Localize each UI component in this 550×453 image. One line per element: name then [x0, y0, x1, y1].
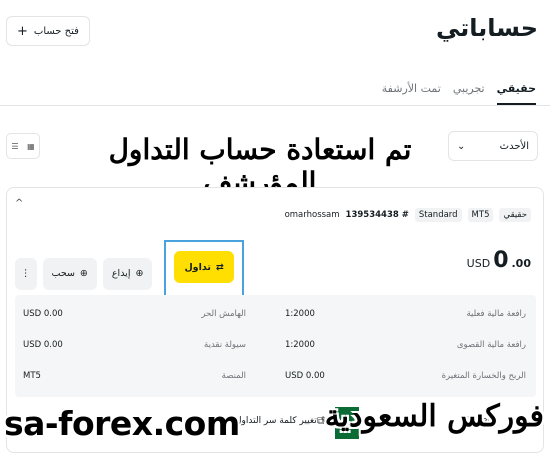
platform-badge: MT5	[467, 208, 494, 222]
balance-fraction: .00	[511, 257, 532, 270]
detail-value: 1:2000	[285, 340, 315, 350]
page-title: حساباتي	[435, 14, 538, 42]
detail-label: رافعة مالية فعلية	[466, 309, 526, 319]
trade-label: تداول	[184, 261, 211, 273]
account-details-panel: رافعة مالية فعلية 1:2000 الهامش الحر USD…	[15, 295, 536, 397]
detail-value: USD 0.00	[23, 309, 63, 319]
plus-icon: +	[17, 23, 28, 39]
balance-integer: 0	[493, 248, 509, 273]
details-row: رافعة مالية القصوى 1:2000 سيولة نقدية US…	[15, 332, 536, 358]
change-password-label: تغيير كلمة سر التداول	[235, 416, 317, 426]
withdraw-icon: ⊕	[79, 268, 88, 279]
deposit-button[interactable]: ⊕ إيداع	[102, 257, 153, 290]
view-toggle[interactable]: ☰ ▦	[6, 133, 40, 159]
account-tabs: حقيقي تجريبي تمت الأرشفة	[382, 82, 536, 105]
open-account-label: فتح حساب	[33, 25, 79, 37]
balance-currency: USD	[466, 257, 491, 270]
top-bar: حساباتي فتح حساب +	[0, 0, 550, 70]
list-view-icon[interactable]: ☰	[11, 142, 18, 151]
trade-button[interactable]: ⇄ تداول	[174, 251, 234, 283]
tabs-divider	[0, 105, 550, 106]
tab-archived[interactable]: تمت الأرشفة	[382, 82, 441, 105]
detail-label: المنصة	[221, 371, 246, 381]
chevron-up-icon[interactable]: ^	[15, 198, 23, 209]
open-account-button[interactable]: فتح حساب +	[6, 16, 90, 46]
account-number: # 139534438	[345, 210, 409, 220]
more-vertical-icon: ⋮	[21, 268, 31, 279]
detail-label: الهامش الحر	[201, 309, 246, 319]
detail-value: USD 0.00	[23, 340, 63, 350]
tier-badge: Standard	[414, 208, 462, 222]
tab-real[interactable]: حقيقي	[496, 82, 536, 105]
grid-view-icon[interactable]: ▦	[27, 142, 35, 151]
trade-icon: ⇄	[215, 261, 224, 273]
chevron-down-icon: ⌄	[457, 140, 466, 152]
site-watermark: sa-forex.com	[4, 404, 240, 443]
sort-select[interactable]: الأحدث ⌄	[448, 131, 538, 161]
detail-label: رافعة مالية القصوى	[456, 340, 526, 350]
detail-value: 1:2000	[285, 309, 315, 319]
account-type-badge: حقيقي	[499, 208, 531, 222]
change-password-link[interactable]: ✎ تغيير كلمة سر التداول	[235, 416, 328, 426]
account-username: omarhossam	[284, 210, 340, 220]
detail-label: الربح والخسارة المتغيرة	[441, 371, 526, 381]
account-balance: USD 0 .00	[467, 248, 531, 273]
withdraw-label: سحب	[51, 268, 75, 279]
details-row: رافعة مالية فعلية 1:2000 الهامش الحر USD…	[15, 301, 536, 327]
account-meta: حقيقي MT5 Standard # 139534438 omarhossa…	[285, 208, 531, 222]
tab-demo[interactable]: تجريبي	[453, 82, 485, 105]
withdraw-button[interactable]: ⊕ سحب	[42, 257, 97, 290]
detail-value: USD 0.00	[285, 371, 325, 381]
more-options-button[interactable]: ⋮	[15, 257, 37, 290]
deposit-icon: ⊕	[135, 268, 144, 279]
copy-icon[interactable]: ⧉	[317, 416, 324, 427]
brand-watermark: فوركس السعودية	[324, 399, 544, 434]
details-row: الربح والخسارة المتغيرة USD 0.00 المنصة …	[15, 363, 536, 389]
detail-label: سيولة نقدية	[204, 340, 246, 350]
detail-value: MT5	[23, 371, 41, 381]
sort-selected-value: الأحدث	[499, 140, 529, 152]
deposit-label: إيداع	[111, 268, 131, 279]
